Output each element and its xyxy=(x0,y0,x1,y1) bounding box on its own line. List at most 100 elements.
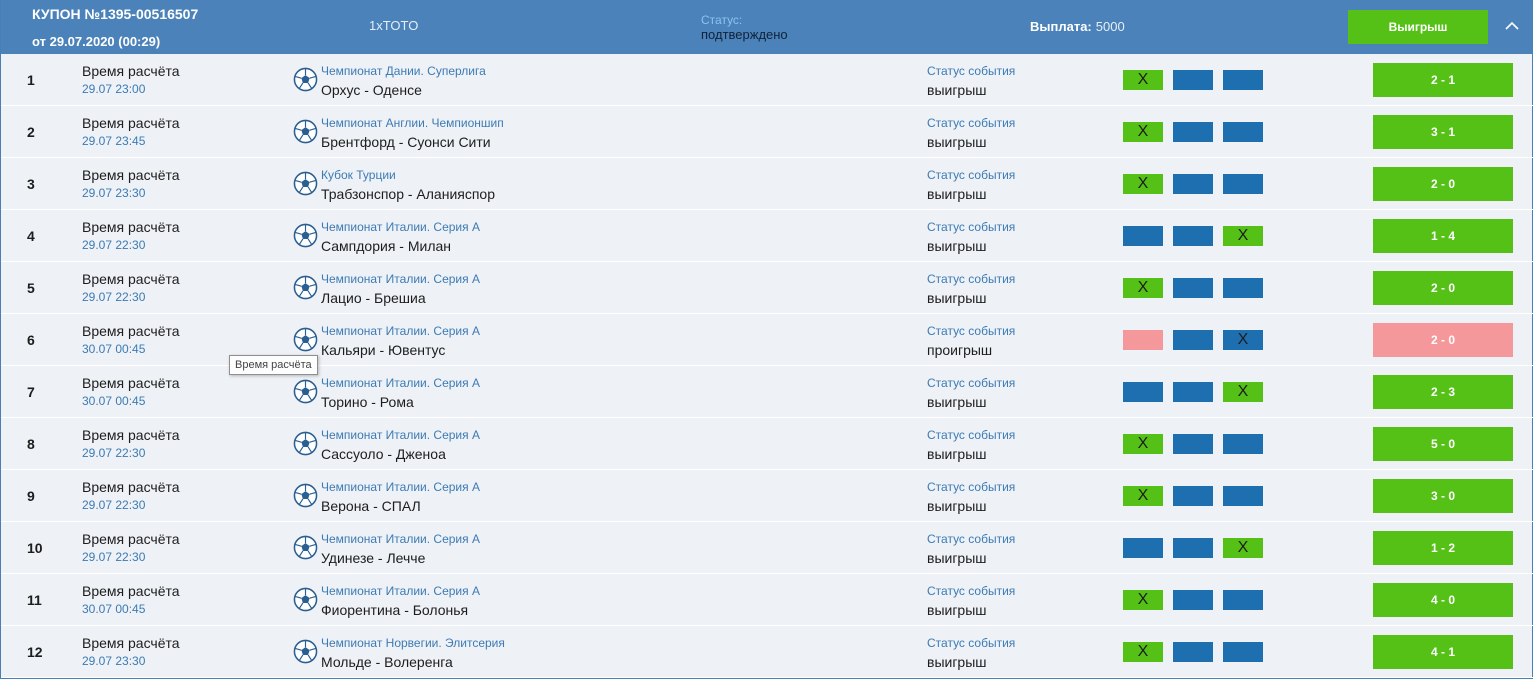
event-status-label: Статус события xyxy=(927,376,1016,390)
outcome-pick-3 xyxy=(1223,486,1263,506)
event-status-value: выигрыш xyxy=(927,550,987,566)
status-value: подтверждено xyxy=(701,27,788,42)
event-status-label: Статус события xyxy=(927,532,1016,546)
calc-time-label: Время расчёта xyxy=(82,531,180,547)
outcome-pick-2 xyxy=(1173,174,1213,194)
event-status-label: Статус события xyxy=(927,168,1016,182)
outcome-pick-3: X xyxy=(1223,382,1263,402)
coupon-title: КУПОН №1395-00516507 xyxy=(32,6,199,22)
match-score: 2 - 0 xyxy=(1373,271,1513,305)
outcome-pick-3 xyxy=(1223,434,1263,454)
league-link[interactable]: Чемпионат Норвегии. Элитсерия xyxy=(321,636,505,650)
league-link[interactable]: Чемпионат Италии. Серия А xyxy=(321,376,480,390)
status-label: Статус: xyxy=(701,13,743,27)
match-name: Лацио - Брешиа xyxy=(321,290,426,306)
outcome-pick-1: X xyxy=(1123,434,1163,454)
match-score: 3 - 0 xyxy=(1373,479,1513,513)
soccer-ball-icon xyxy=(293,119,318,144)
row-number: 1 xyxy=(27,72,35,88)
match-name: Сассуоло - Дженоа xyxy=(321,446,446,462)
outcome-pick-2 xyxy=(1173,330,1213,350)
soccer-ball-icon xyxy=(293,535,318,560)
calc-time-label: Время расчёта xyxy=(82,63,180,79)
match-score: 1 - 4 xyxy=(1373,219,1513,253)
outcome-pick-2 xyxy=(1173,434,1213,454)
outcome-pick-2 xyxy=(1173,70,1213,90)
event-status-label: Статус события xyxy=(927,64,1016,78)
outcome-pick-3 xyxy=(1223,122,1263,142)
calc-time-value: 29.07 22:30 xyxy=(82,446,146,460)
result-button[interactable]: Выигрыш xyxy=(1348,10,1488,44)
match-name: Трабзонспор - Аланияспор xyxy=(321,186,496,202)
outcome-pick-2 xyxy=(1173,590,1213,610)
event-row: 3 Время расчёта 29.07 23:30 Кубок Турции Тра… xyxy=(1,158,1533,210)
row-number: 9 xyxy=(27,488,35,504)
match-name: Торино - Рома xyxy=(321,394,414,410)
calc-time-value: 29.07 23:30 xyxy=(82,186,146,200)
event-row: 2 Время расчёта 29.07 23:45 Чемпионат Англи… xyxy=(1,106,1533,158)
soccer-ball-icon xyxy=(293,275,318,300)
product-name: 1xTOTO xyxy=(369,18,419,33)
match-name: Сампдория - Милан xyxy=(321,238,452,254)
league-link[interactable]: Чемпионат Италии. Серия А xyxy=(321,220,480,234)
calc-time-label: Время расчёта xyxy=(82,375,180,391)
event-row: 9 Время расчёта 29.07 22:30 Чемпионат Итали… xyxy=(1,470,1533,522)
outcome-pick-3: X xyxy=(1223,226,1263,246)
league-link[interactable]: Чемпионат Италии. Серия А xyxy=(321,272,480,286)
match-score: 2 - 1 xyxy=(1373,63,1513,97)
event-status-value: выигрыш xyxy=(927,186,987,202)
league-link[interactable]: Чемпионат Италии. Серия А xyxy=(321,428,480,442)
outcome-pick-1: X xyxy=(1123,278,1163,298)
match-name: Удинезе - Лечче xyxy=(321,550,426,566)
calc-time-value: 29.07 22:30 xyxy=(82,550,146,564)
league-link[interactable]: Кубок Турции xyxy=(321,168,396,182)
match-name: Мольде - Волеренга xyxy=(321,654,453,670)
calc-time-label: Время расчёта xyxy=(82,323,180,339)
row-number: 11 xyxy=(27,592,42,608)
soccer-ball-icon xyxy=(293,587,318,612)
event-row: 1 Время расчёта 29.07 23:00 Чемпионат Дании… xyxy=(1,54,1533,106)
row-number: 3 xyxy=(27,176,35,192)
payout-label: Выплата: xyxy=(1030,19,1092,34)
match-name: Верона - СПАЛ xyxy=(321,498,421,514)
event-row: 4 Время расчёта 29.07 22:30 Чемпионат Итали… xyxy=(1,210,1533,262)
calc-time-value: 30.07 00:45 xyxy=(82,342,146,356)
match-score: 4 - 0 xyxy=(1373,583,1513,617)
calc-time-label: Время расчёта xyxy=(82,167,180,183)
event-status-value: проигрыш xyxy=(927,342,993,358)
chevron-up-icon[interactable] xyxy=(1503,17,1521,35)
outcome-pick-1: X xyxy=(1123,642,1163,662)
event-status-label: Статус события xyxy=(927,428,1016,442)
calc-time-value: 29.07 23:30 xyxy=(82,654,146,668)
outcome-pick-2 xyxy=(1173,642,1213,662)
soccer-ball-icon xyxy=(293,223,318,248)
event-status-label: Статус события xyxy=(927,584,1016,598)
league-link[interactable]: Чемпионат Италии. Серия А xyxy=(321,324,480,338)
coupon-date: от 29.07.2020 (00:29) xyxy=(32,34,161,49)
league-link[interactable]: Чемпионат Италии. Серия А xyxy=(321,480,480,494)
row-number: 12 xyxy=(27,644,43,660)
outcome-pick-2 xyxy=(1173,278,1213,298)
league-link[interactable]: Чемпионат Дании. Суперлига xyxy=(321,64,486,78)
outcome-pick-1: X xyxy=(1123,70,1163,90)
event-status-value: выигрыш xyxy=(927,238,987,254)
soccer-ball-icon xyxy=(293,171,318,196)
outcome-pick-3 xyxy=(1223,174,1263,194)
event-status-value: выигрыш xyxy=(927,446,987,462)
soccer-ball-icon xyxy=(293,431,318,456)
outcome-pick-1 xyxy=(1123,330,1163,350)
league-link[interactable]: Чемпионат Италии. Серия А xyxy=(321,532,480,546)
coupon-header[interactable]: КУПОН №1395-00516507 от 29.07.2020 (00:2… xyxy=(1,0,1533,54)
event-status-value: выигрыш xyxy=(927,290,987,306)
league-link[interactable]: Чемпионат Италии. Серия А xyxy=(321,584,480,598)
outcome-pick-1: X xyxy=(1123,590,1163,610)
calc-time-label: Время расчёта xyxy=(82,479,180,495)
outcome-pick-1: X xyxy=(1123,174,1163,194)
outcome-pick-1 xyxy=(1123,382,1163,402)
calc-time-label: Время расчёта xyxy=(82,115,180,131)
league-link[interactable]: Чемпионат Англии. Чемпионшип xyxy=(321,116,504,130)
soccer-ball-icon xyxy=(293,483,318,508)
calc-time-label: Время расчёта xyxy=(82,583,180,599)
soccer-ball-icon xyxy=(293,639,318,664)
calc-time-value: 30.07 00:45 xyxy=(82,602,146,616)
